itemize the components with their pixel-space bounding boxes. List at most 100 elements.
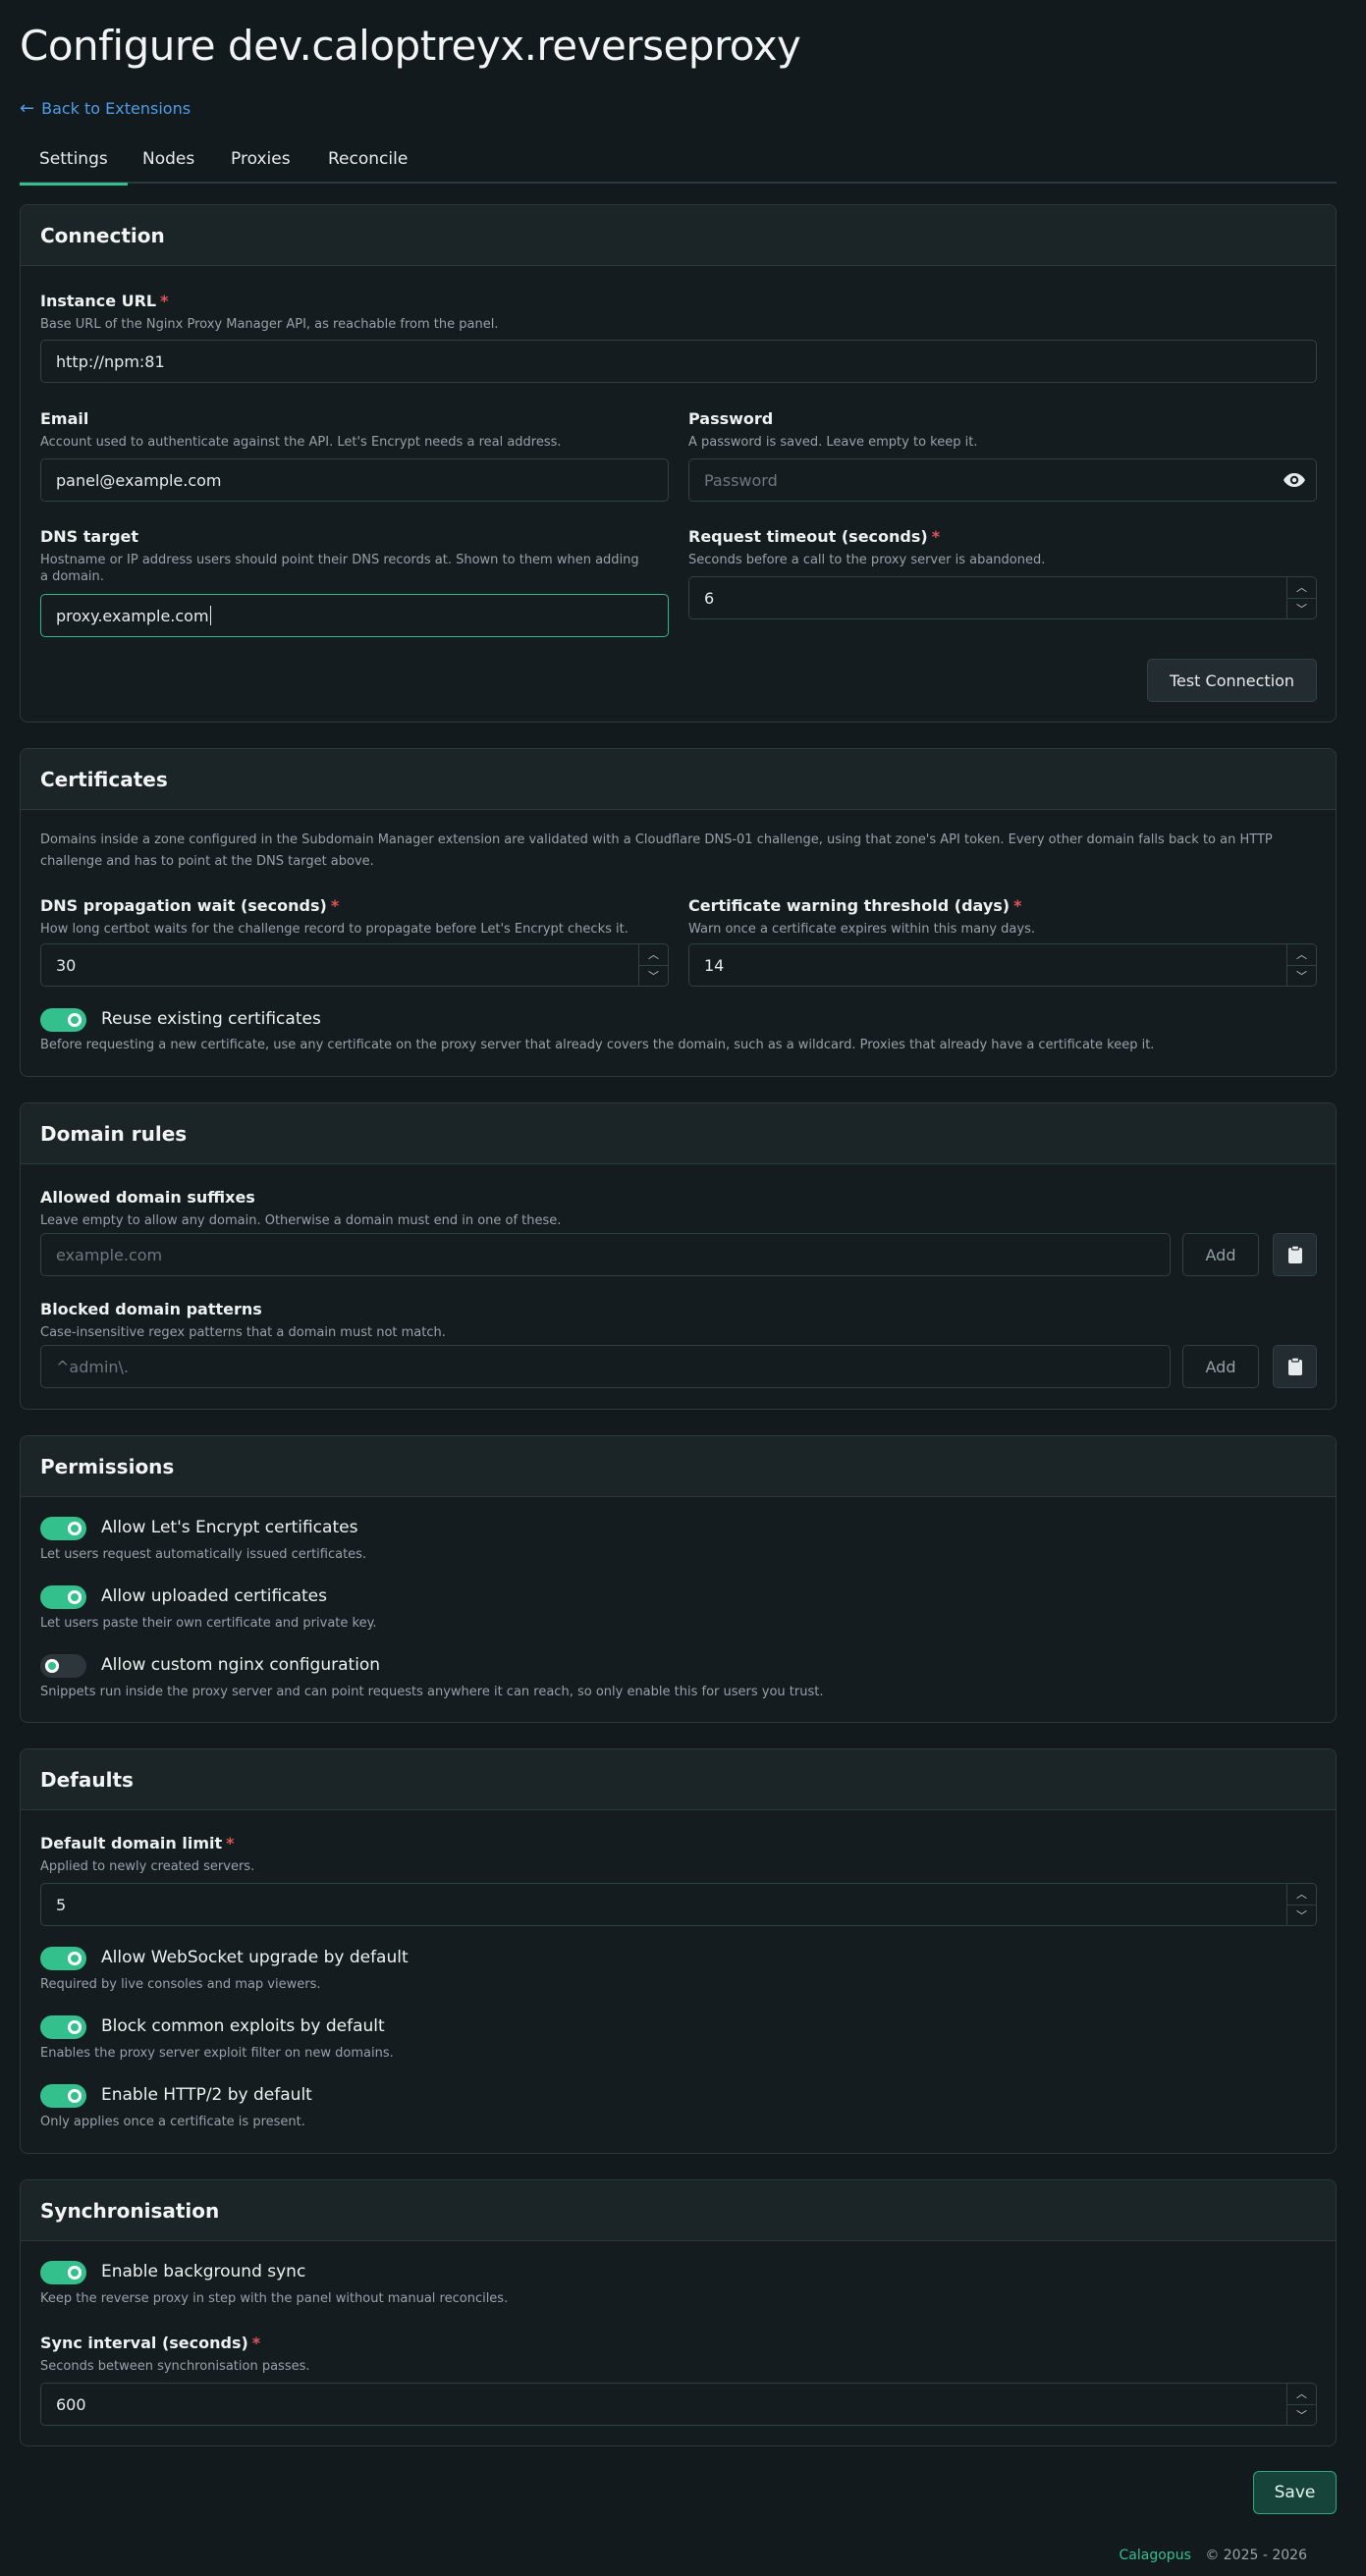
domain-limit-stepper[interactable]: ︿ ﹀ [1286,1884,1316,1925]
dns-target-label: DNS target [40,527,139,546]
propagation-stepper[interactable]: ︿ ﹀ [638,944,668,986]
save-button[interactable]: Save [1253,2471,1337,2514]
allowed-suffixes-label: Allowed domain suffixes [40,1188,255,1207]
background-sync-desc: Keep the reverse proxy in step with the … [40,2291,509,2306]
add-allowed-suffix-button[interactable]: Add [1182,1233,1259,1276]
domain-limit-input[interactable]: 5 ︿ ﹀ [40,1883,1317,1926]
arrow-left-icon: ← [20,98,35,119]
timeout-stepper[interactable]: ︿ ﹀ [1286,577,1316,618]
dns-target-desc: Hostname or IP address users should poin… [40,553,639,584]
clipboard-icon [1287,1245,1302,1263]
dns-target-value: proxy.example.com [56,606,209,625]
permissions-card: Permissions Allow Let's Encrypt certific… [20,1435,1337,1723]
custom-nginx-toggle[interactable] [40,1654,86,1678]
allowed-suffixes-input[interactable]: example.com [40,1233,1171,1276]
email-label: Email [40,409,89,428]
allowed-suffixes-desc: Leave empty to allow any domain. Otherwi… [40,1213,562,1228]
domain-limit-desc: Applied to newly created servers. [40,1859,255,1874]
instance-url-input[interactable]: http://npm:81 [40,340,1317,383]
sync-interval-stepper[interactable]: ︿ ﹀ [1286,2384,1316,2425]
tab-bar: Settings Nodes Proxies Reconcile [20,143,1337,186]
warning-threshold-stepper[interactable]: ︿ ﹀ [1286,944,1316,986]
back-link-label: Back to Extensions [41,99,191,118]
footer-brand-link[interactable]: Calagopus [1120,2548,1191,2563]
sync-interval-label: Sync interval (seconds) * [40,2334,261,2352]
timeout-label: Request timeout (seconds) * [688,527,941,546]
letsencrypt-label: Allow Let's Encrypt certificates [101,1518,358,1537]
warning-threshold-value: 14 [704,955,725,975]
http2-desc: Only applies once a certificate is prese… [40,2115,305,2129]
paste-allowed-button[interactable] [1273,1233,1317,1276]
sync-interval-input[interactable]: 600 ︿ ﹀ [40,2383,1317,2426]
clipboard-icon [1287,1357,1302,1375]
timeout-value: 6 [704,588,715,608]
text-caret [209,606,211,625]
block-exploits-desc: Enables the proxy server exploit filter … [40,2046,394,2061]
connection-card: Connection Instance URL * Base URL of the… [20,204,1337,723]
defaults-heading: Defaults [21,1749,1336,1810]
timeout-desc: Seconds before a call to the proxy serve… [688,553,1046,567]
domain-limit-label: Default domain limit * [40,1834,235,1852]
dns-target-input[interactable]: proxy.example.com [40,594,669,637]
propagation-input[interactable]: 30 ︿ ﹀ [40,943,669,987]
timeout-input[interactable]: 6 ︿ ﹀ [688,576,1317,619]
certificates-heading: Certificates [21,749,1336,810]
chevron-up-icon[interactable]: ︿ [639,944,668,966]
tab-nodes[interactable]: Nodes [142,149,194,184]
http2-toggle[interactable] [40,2084,86,2108]
domain-rules-heading: Domain rules [21,1103,1336,1164]
tab-settings[interactable]: Settings [20,149,128,186]
add-blocked-pattern-button[interactable]: Add [1182,1345,1259,1388]
websocket-label: Allow WebSocket upgrade by default [101,1948,409,1967]
propagation-value: 30 [56,955,77,975]
tab-proxies[interactable]: Proxies [231,149,291,184]
instance-url-label: Instance URL * [40,292,169,310]
chevron-up-icon[interactable]: ︿ [1287,1884,1316,1905]
chevron-down-icon[interactable]: ﹀ [639,966,668,987]
password-desc: A password is saved. Leave empty to keep… [688,435,978,450]
block-exploits-toggle[interactable] [40,2015,86,2039]
chevron-up-icon[interactable]: ︿ [1287,944,1316,966]
chevron-up-icon[interactable]: ︿ [1287,577,1316,599]
propagation-desc: How long certbot waits for the challenge… [40,922,628,937]
password-input[interactable]: Password [688,458,1317,502]
test-connection-button[interactable]: Test Connection [1147,659,1317,702]
chevron-down-icon[interactable]: ﹀ [1287,599,1316,619]
background-sync-toggle[interactable] [40,2261,86,2284]
warning-threshold-label: Certificate warning threshold (days) * [688,896,1022,915]
blocked-patterns-label: Blocked domain patterns [40,1300,262,1318]
paste-blocked-button[interactable] [1273,1345,1317,1388]
custom-nginx-desc: Snippets run inside the proxy server and… [40,1685,824,1699]
sync-interval-desc: Seconds between synchronisation passes. [40,2359,310,2374]
certificates-intro: Domains inside a zone configured in the … [40,832,1273,869]
instance-url-desc: Base URL of the Nginx Proxy Manager API,… [40,317,499,332]
sync-heading: Synchronisation [21,2180,1336,2241]
reuse-certificates-toggle[interactable] [40,1008,86,1032]
websocket-toggle[interactable] [40,1947,86,1970]
footer-copyright: © 2025 - 2026 [1205,2548,1307,2563]
eye-icon[interactable] [1283,470,1306,490]
chevron-up-icon[interactable]: ︿ [1287,2384,1316,2405]
custom-nginx-label: Allow custom nginx configuration [101,1655,381,1675]
warning-threshold-input[interactable]: 14 ︿ ﹀ [688,943,1317,987]
uploaded-certificates-label: Allow uploaded certificates [101,1586,327,1606]
sync-card: Synchronisation Enable background sync K… [20,2179,1337,2446]
background-sync-label: Enable background sync [101,2262,306,2281]
sync-interval-value: 600 [56,2394,86,2414]
email-desc: Account used to authenticate against the… [40,435,562,450]
reuse-certificates-desc: Before requesting a new certificate, use… [40,1038,1155,1052]
uploaded-certificates-toggle[interactable] [40,1585,86,1609]
password-placeholder: Password [704,470,778,490]
chevron-down-icon[interactable]: ﹀ [1287,2405,1316,2426]
chevron-down-icon[interactable]: ﹀ [1287,966,1316,987]
back-to-extensions-link[interactable]: ← Back to Extensions [20,98,191,119]
chevron-down-icon[interactable]: ﹀ [1287,1905,1316,1926]
blocked-patterns-input[interactable]: ^admin\. [40,1345,1171,1388]
letsencrypt-toggle[interactable] [40,1517,86,1540]
tab-reconcile[interactable]: Reconcile [328,149,408,184]
connection-heading: Connection [21,205,1336,266]
email-input[interactable]: panel@example.com [40,458,669,502]
domain-limit-value: 5 [56,1895,67,1914]
warning-threshold-desc: Warn once a certificate expires within t… [688,922,1035,937]
permissions-heading: Permissions [21,1436,1336,1497]
